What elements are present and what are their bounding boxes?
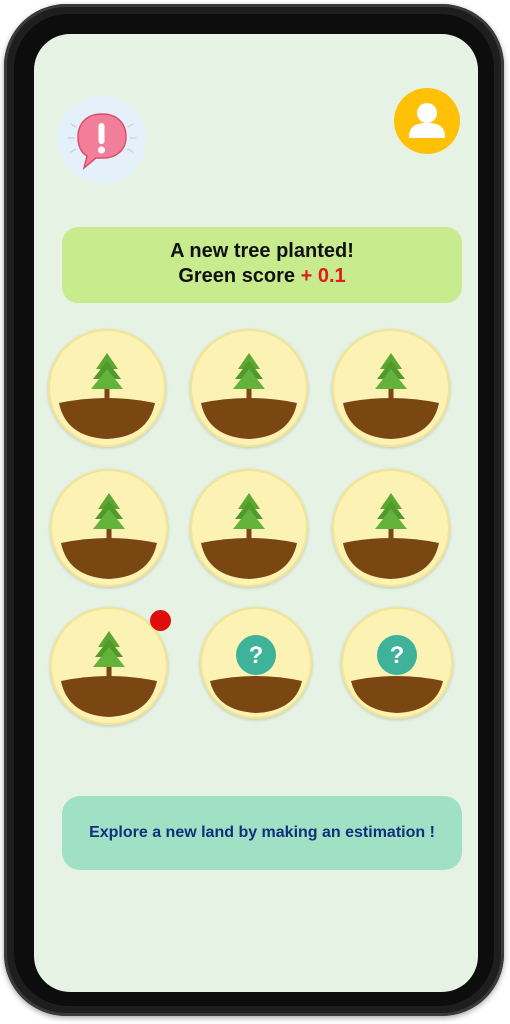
land-tile[interactable] xyxy=(332,329,450,447)
unexplored-land-art: ? xyxy=(210,635,302,713)
alert-button[interactable] xyxy=(58,96,146,184)
exclamation-chat-bubble-icon xyxy=(67,113,137,171)
land-tile[interactable] xyxy=(48,329,166,447)
unexplored-land-tile[interactable]: ? xyxy=(341,607,453,719)
green-score-label: Green score xyxy=(178,265,301,287)
pine-tree-icon xyxy=(59,353,155,439)
explore-new-land-button[interactable]: Explore a new land by making an estimati… xyxy=(62,796,462,870)
unexplored-land-tile[interactable]: ? xyxy=(200,607,312,719)
app-screen: A new tree planted! Green score + 0.1 ? … xyxy=(34,34,478,992)
banner-title: A new tree planted! xyxy=(170,240,354,262)
explore-button-label: Explore a new land by making an estimati… xyxy=(89,824,435,841)
question-mark-label: ? xyxy=(390,642,405,669)
user-avatar-icon xyxy=(409,103,445,138)
unexplored-land-art: ? xyxy=(351,635,443,713)
profile-button[interactable] xyxy=(394,88,460,154)
pine-tree-icon xyxy=(201,353,297,439)
pine-tree-icon xyxy=(343,493,439,579)
pine-tree-icon xyxy=(61,493,157,579)
question-mark-label: ? xyxy=(249,642,264,669)
land-tile[interactable] xyxy=(332,469,450,587)
land-tile[interactable] xyxy=(190,329,308,447)
pine-tree-icon xyxy=(201,493,297,579)
phone-frame: A new tree planted! Green score + 0.1 ? … xyxy=(4,4,504,1016)
green-score-line: Green score + 0.1 xyxy=(62,264,462,289)
new-land-badge xyxy=(150,610,171,631)
tree-planted-banner: A new tree planted! Green score + 0.1 xyxy=(62,227,462,303)
green-score-delta: + 0.1 xyxy=(300,265,346,287)
land-tile[interactable] xyxy=(190,469,308,587)
land-tile[interactable] xyxy=(50,469,168,587)
pine-tree-icon xyxy=(343,353,439,439)
